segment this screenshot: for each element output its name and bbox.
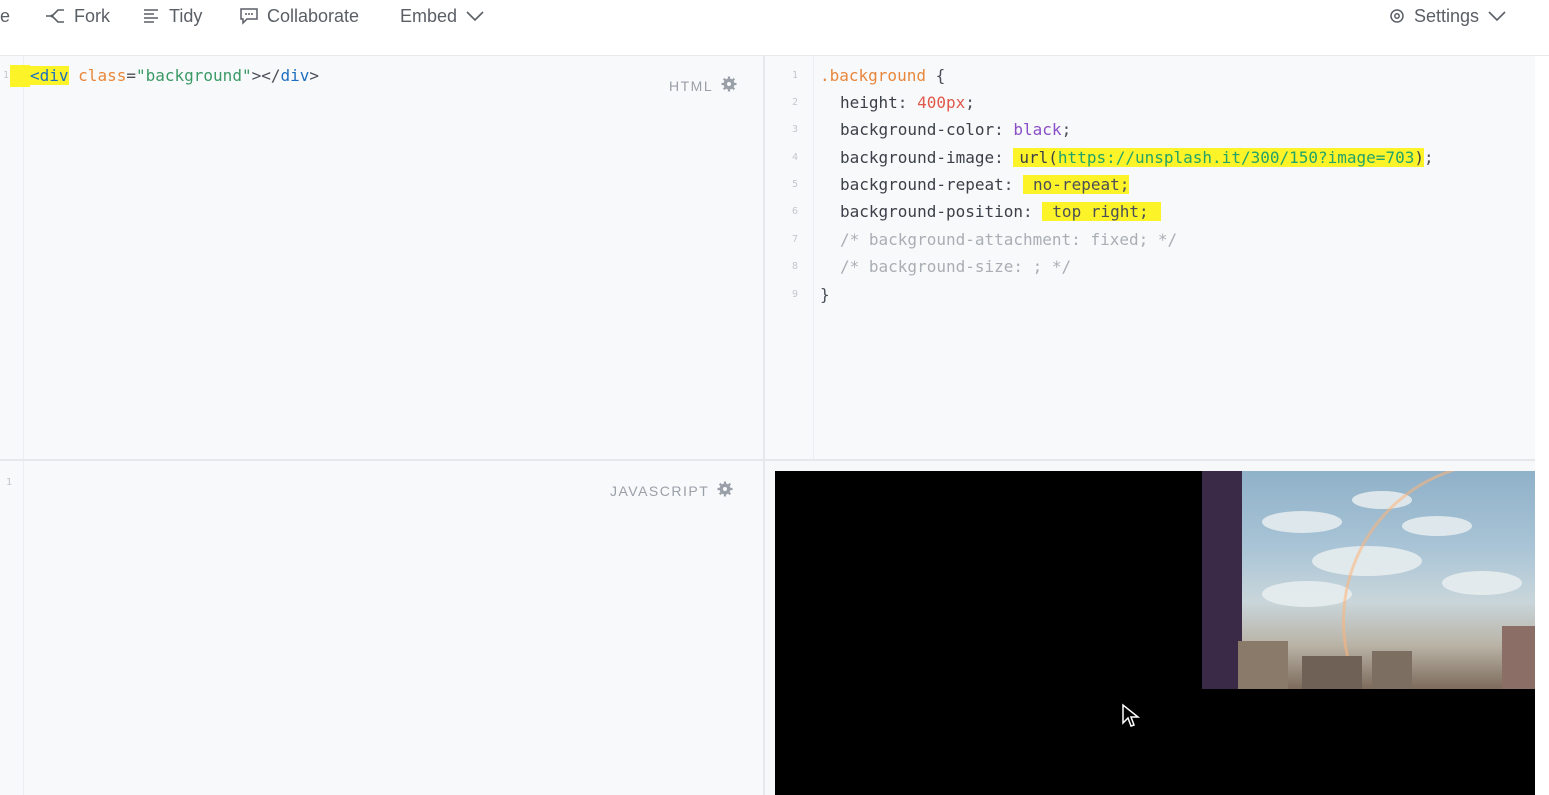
fork-button[interactable]: Fork xyxy=(44,0,110,32)
css-line-4[interactable]: 4 background-image: url(https://unsplash… xyxy=(785,144,1434,171)
css-semicolon: ; xyxy=(1061,120,1072,139)
line-number: 8 xyxy=(791,261,799,272)
css-property: background-color xyxy=(840,120,995,139)
line-number: 7 xyxy=(791,234,799,245)
html-space xyxy=(69,66,79,85)
gear-icon[interactable] xyxy=(721,76,737,95)
css-property: background-position xyxy=(840,202,1024,221)
html-attr-value: "background" xyxy=(135,66,252,85)
html-code-line[interactable]: 1 <div class = "background" ></ div > xyxy=(0,62,319,89)
highlight-mark xyxy=(10,64,30,87)
css-url-close: ) xyxy=(1414,148,1424,167)
gear-icon xyxy=(1388,7,1406,25)
css-value: top right; xyxy=(1042,202,1161,221)
css-selector: .background xyxy=(820,66,926,85)
tidy-button[interactable]: Tidy xyxy=(143,0,202,32)
css-line-3[interactable]: 3 background-color: black ; xyxy=(785,116,1071,143)
panel-divider-horizontal[interactable] xyxy=(0,459,765,461)
css-value: 400px xyxy=(917,93,966,112)
html-editor-panel[interactable]: 1 <div class = "background" ></ div > HT… xyxy=(0,56,763,459)
html-panel-header[interactable]: HTML xyxy=(669,76,737,95)
css-semicolon: ; xyxy=(965,93,975,112)
chat-icon xyxy=(239,7,259,25)
line-number: 1 xyxy=(791,70,799,81)
embed-button[interactable]: Embed xyxy=(400,0,485,32)
line-number: 1 xyxy=(5,477,13,488)
panel-divider-vertical[interactable] xyxy=(763,56,765,795)
line-number: 3 xyxy=(791,124,799,135)
save-button-partial[interactable]: e xyxy=(0,0,10,32)
css-line-1[interactable]: 1 .background { xyxy=(785,62,945,89)
embed-label: Embed xyxy=(400,5,458,26)
chevron-down-icon xyxy=(1487,9,1507,23)
html-panel-label: HTML xyxy=(669,77,714,94)
gear-icon[interactable] xyxy=(717,481,733,500)
line-number: 2 xyxy=(791,97,799,108)
settings-label: Settings xyxy=(1414,5,1480,26)
collaborate-label: Collaborate xyxy=(267,5,360,26)
save-label: e xyxy=(0,5,11,26)
chevron-down-icon xyxy=(465,9,485,23)
fork-label: Fork xyxy=(74,5,110,26)
line-number: 9 xyxy=(791,289,799,300)
css-line-6[interactable]: 6 background-position: top right; xyxy=(785,198,1161,225)
css-comment: /* background-size: ; */ xyxy=(840,257,1072,276)
css-property: background-repeat xyxy=(840,175,1004,194)
background-image-photo xyxy=(1202,471,1535,689)
css-value: no-repeat; xyxy=(1023,175,1130,194)
tidy-label: Tidy xyxy=(169,5,203,26)
collaborate-button[interactable]: Collaborate xyxy=(239,0,359,32)
css-url: https://unsplash.it/300/150?image=703 xyxy=(1057,148,1415,167)
line-number: 6 xyxy=(791,206,799,217)
panel-divider-horizontal-right[interactable] xyxy=(765,459,1549,461)
js-code-line[interactable]: 1 xyxy=(0,469,18,496)
css-property: background-image xyxy=(840,148,995,167)
css-brace-close: } xyxy=(820,285,830,304)
html-end: > xyxy=(309,66,320,85)
css-semicolon: ; xyxy=(1423,148,1434,167)
line-number: 4 xyxy=(791,152,799,163)
settings-button[interactable]: Settings xyxy=(1388,0,1507,32)
html-attr-name: class xyxy=(78,66,127,85)
css-editor-panel[interactable]: 1 .background { 2 height: 400px ; 3 back… xyxy=(765,56,1535,459)
css-line-5[interactable]: 5 background-repeat: no-repeat; xyxy=(785,171,1130,198)
html-equals: = xyxy=(126,66,136,85)
result-preview[interactable] xyxy=(775,471,1535,795)
css-line-2[interactable]: 2 height: 400px ; xyxy=(785,89,975,116)
css-value: black xyxy=(1013,120,1062,139)
js-panel-label: JAVASCRIPT xyxy=(610,482,710,499)
html-close-open: ></ xyxy=(251,66,281,85)
window-edge xyxy=(1535,56,1549,795)
css-url-fn: url( xyxy=(1019,148,1058,167)
html-gutter xyxy=(0,56,24,459)
js-gutter xyxy=(0,461,24,795)
css-brace-open: { xyxy=(925,66,946,85)
tidy-icon xyxy=(143,7,161,25)
editor-toolbar: e Fork Tidy Collaborate Embed Settings xyxy=(0,0,1549,56)
mouse-cursor-icon xyxy=(1121,703,1141,734)
css-comment: /* background-attachment: fixed; */ xyxy=(840,230,1178,249)
css-property: height xyxy=(840,93,898,112)
css-line-7[interactable]: 7 /* background-attachment: fixed; */ xyxy=(785,226,1177,253)
html-close-tag: div xyxy=(280,66,310,85)
line-number: 5 xyxy=(791,179,799,190)
fork-icon xyxy=(44,7,66,25)
css-line-9[interactable]: 9 } xyxy=(785,281,830,308)
js-panel-header[interactable]: JAVASCRIPT xyxy=(610,481,733,500)
html-open-tag: <div xyxy=(30,66,69,85)
css-line-8[interactable]: 8 /* background-size: ; */ xyxy=(785,253,1071,280)
js-editor-panel[interactable]: 1 JAVASCRIPT xyxy=(0,461,763,795)
